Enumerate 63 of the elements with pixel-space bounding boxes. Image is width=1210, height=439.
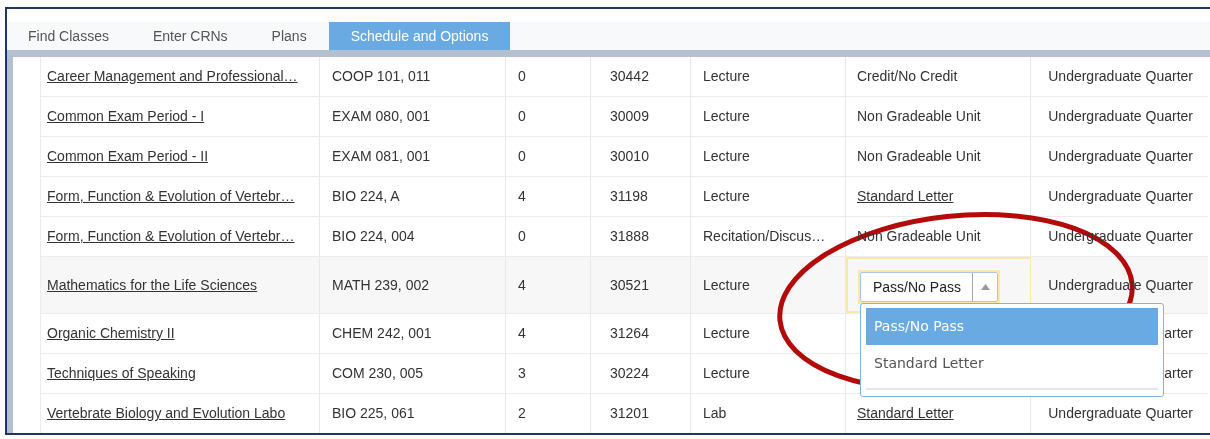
table-cell-text: 31198 <box>610 187 648 206</box>
course-title-link[interactable]: Common Exam Period - I <box>47 106 205 127</box>
table-cell-text: Undergraduate Quarter <box>1048 147 1193 166</box>
table-cell-text: Recitation/Discus… <box>703 227 826 246</box>
table-cell-text: 30442 <box>610 67 649 86</box>
table-cell-text: BIO 224, 004 <box>332 227 415 246</box>
table-cell-text: Undergraduate Quarter <box>1048 107 1193 126</box>
table-cell-text: 30224 <box>610 364 649 383</box>
table-cell-text: BIO 224, A <box>332 187 400 206</box>
table-cell-text: Lab <box>703 404 727 423</box>
table-cell-text: 2 <box>518 404 526 423</box>
course-title-link[interactable]: Vertebrate Biology and Evolution Labo <box>47 403 286 424</box>
table-cell-text: EXAM 080, 001 <box>332 107 431 126</box>
select-value: Pass/No Pass <box>872 277 962 297</box>
table-cell-text: 0 <box>518 227 526 246</box>
table-cell-text: Lecture <box>703 147 750 166</box>
table-cell-text: Lecture <box>703 107 750 126</box>
course-title-link[interactable]: Common Exam Period - II <box>47 146 209 167</box>
table-cell-text: COOP 101, 011 <box>332 67 431 86</box>
table-cell-text: Undergraduate Quarter <box>1048 187 1193 206</box>
dropdown-option[interactable]: Standard Letter <box>866 345 1158 382</box>
table-cell-text: BIO 225, 061 <box>332 404 415 423</box>
table-cell-text: Non Gradeable Unit <box>857 147 981 166</box>
table-cell-text: Lecture <box>703 67 750 86</box>
grading-link[interactable]: Standard Letter <box>857 403 954 424</box>
table-cell-text: EXAM 081, 001 <box>332 147 431 166</box>
table-cell-text: 4 <box>518 324 526 343</box>
table-cell-text: Credit/No Credit <box>857 67 958 86</box>
table-cell-text: COM 230, 005 <box>332 364 424 383</box>
course-title-link[interactable]: Form, Function & Evolution of Vertebr… <box>47 186 295 207</box>
table-cell-text: 31888 <box>610 227 649 246</box>
table-cell-text: 30521 <box>610 275 649 295</box>
tab[interactable]: Find Classes <box>7 22 131 50</box>
table-cell-text: MATH 239, 002 <box>332 275 429 295</box>
tab[interactable]: Enter CRNs <box>130 22 250 50</box>
table-cell-text: 31201 <box>610 404 649 423</box>
table-cell-text: Lecture <box>703 275 750 295</box>
table-cell-text: arter <box>1164 324 1193 343</box>
table-cell-text: 0 <box>518 67 526 86</box>
table-cell-text: Non Gradeable Unit <box>857 107 981 126</box>
table-cell-text: Lecture <box>703 187 750 206</box>
course-title-link[interactable]: Mathematics for the Life Sciences <box>47 274 258 296</box>
table-cell-text: 0 <box>518 147 526 166</box>
table-cell-text: Undergraduate Quarter <box>1048 67 1193 86</box>
table-cell-text: 4 <box>518 187 526 206</box>
table-cell-text: 30010 <box>610 147 649 166</box>
grade-mode-select[interactable]: Pass/No Pass <box>860 272 998 302</box>
course-title-link[interactable]: Form, Function & Evolution of Vertebr… <box>47 226 295 247</box>
table-cell-text: 0 <box>518 107 526 126</box>
table-cell-text: 4 <box>518 275 526 295</box>
table-cell-text: arter <box>1164 364 1193 383</box>
table-cell-text: Undergraduate Quarter <box>1048 404 1193 423</box>
course-title-link[interactable]: Techniques of Speaking <box>47 363 196 384</box>
table-cell-text: 30009 <box>610 107 649 126</box>
course-title-link[interactable]: Organic Chemistry II <box>47 323 175 344</box>
table-cell-text: 31264 <box>610 324 649 343</box>
table-cell-text: Lecture <box>703 364 750 383</box>
grading-link[interactable]: Standard Letter <box>857 186 954 207</box>
tab[interactable]: Plans <box>249 22 329 50</box>
table-cell-text: CHEM 242, 001 <box>332 324 432 343</box>
table-cell-text: 3 <box>518 364 526 383</box>
table-cell-text: Lecture <box>703 324 750 343</box>
course-title-link[interactable]: Career Management and Professional… <box>47 66 298 87</box>
